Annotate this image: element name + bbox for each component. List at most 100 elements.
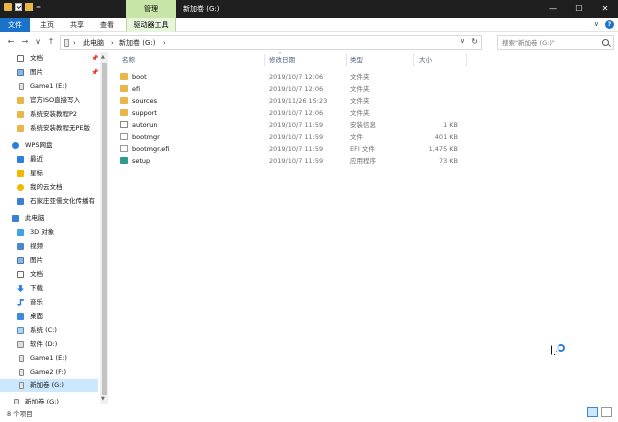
nav-item-drive-e[interactable]: Game1 (E:) [0,352,98,365]
tab-share[interactable]: 共享 [70,18,84,32]
settings-file-icon [120,121,128,128]
file-name: setup [132,157,151,165]
table-row[interactable]: bootmgr 2019/10/7 11:59 文件 401 KB [118,131,468,143]
nav-item-drive-d[interactable]: 软件 (D:) [0,338,98,351]
tab-home[interactable]: 主页 [40,18,54,32]
collapse-ribbon-icon[interactable]: ∨ [594,20,599,29]
search-box[interactable] [497,35,614,50]
column-divider[interactable] [346,54,347,66]
nav-scrollbar[interactable]: ▲ ▼ [100,52,108,404]
search-icon[interactable] [602,39,609,46]
cloud-icon [12,142,19,149]
maximize-button[interactable]: ☐ [566,0,592,18]
column-header-size[interactable]: 大小 [419,54,432,66]
table-row[interactable]: sources 2019/11/26 15:23 文件夹 [118,95,468,107]
tab-drive-tools[interactable]: 驱动器工具 [126,18,176,32]
desktop-icon [17,313,24,320]
properties-icon[interactable] [15,3,22,11]
help-icon[interactable]: ? [605,20,614,29]
table-row[interactable]: bootmgr.efi 2019/10/7 11:59 EFI 文件 1,475… [118,143,468,155]
nav-item-videos[interactable]: 视频 [0,240,98,253]
nav-item-drive-g-selected[interactable]: 新加卷 (G:) [0,379,98,392]
column-divider[interactable] [413,54,414,66]
nav-item-recent[interactable]: 最近 [0,153,98,166]
table-row[interactable]: setup 2019/10/7 11:59 应用程序 73 KB [118,155,468,167]
table-row[interactable]: efi 2019/10/7 12:06 文件夹 [118,83,468,95]
drive-icon [19,83,24,90]
up-button[interactable]: ↑ [46,36,56,48]
folder-icon [120,97,128,104]
nav-item-drive-c[interactable]: 系统 (C:) [0,324,98,337]
nav-item-3d-objects[interactable]: 3D 对象 [0,226,98,239]
new-folder-icon[interactable] [25,3,33,11]
tab-file[interactable]: 文件 [0,18,30,32]
nav-item-pictures[interactable]: 图片 [0,254,98,267]
recent-icon [17,156,24,163]
table-row[interactable]: support 2019/10/7 12:06 文件夹 [118,107,468,119]
tab-view[interactable]: 查看 [100,18,114,32]
nav-item-desktop[interactable]: 桌面 [0,310,98,323]
file-type: 文件夹 [350,85,370,93]
column-header-type[interactable]: 类型 [350,54,363,66]
address-bar[interactable]: › 此电脑 › 新加卷 (G:) › ∨ ↻ [60,35,482,50]
nav-item-my-cloud-docs[interactable]: 我的云文档 [0,181,98,194]
nav-item-pictures-pinned[interactable]: 图片 📌 [0,66,98,79]
table-row[interactable]: boot 2019/10/7 12:06 文件夹 [118,71,468,83]
nav-item-this-pc[interactable]: 此电脑 [0,212,98,225]
refresh-icon[interactable]: ↻ [471,37,478,46]
nav-item-label: 视频 [30,242,43,250]
video-icon [17,243,24,250]
address-history-icon[interactable]: ∨ [460,37,465,45]
column-header-date[interactable]: 修改日期 [269,54,295,66]
forward-button[interactable]: → [20,36,30,48]
column-header-name[interactable]: 名称 [122,54,135,66]
nav-item-label: 3D 对象 [30,228,55,236]
music-icon [17,299,24,306]
address-row: ← → ∨ ↑ › 此电脑 › 新加卷 (G:) › ∨ ↻ [0,33,618,51]
star-icon [17,170,24,177]
nav-item-label: 系统 (C:) [30,326,57,334]
navigation-pane: 文档 📌 图片 📌 Game1 (E:) 官方ISO直接写入 系统安装教程P2 … [0,52,100,392]
scroll-thumb[interactable] [102,63,107,395]
search-input[interactable] [502,38,598,48]
nav-item-drive-f[interactable]: Game2 (F:) [0,366,98,379]
context-tab-manage[interactable]: 管理 [126,0,176,18]
nav-item-wps-cloud[interactable]: WPS网盘 [0,139,98,152]
nav-item-game1-quick[interactable]: Game1 (E:) [0,80,98,93]
folder-icon [120,73,128,80]
nav-item-iso-folder[interactable]: 官方ISO直接写入 [0,94,98,107]
column-divider[interactable] [466,54,467,66]
nav-item-company[interactable]: 石家庄亚儒文化传播有 [0,195,98,208]
breadcrumb-drive-g[interactable]: 新加卷 (G:) [119,38,155,48]
breadcrumb-separator[interactable]: › [73,38,76,48]
nav-item-label: 我的云文档 [30,183,63,191]
file-size: 1 KB [443,121,458,129]
file-type: 文件 [350,133,363,141]
picture-icon [17,257,24,264]
minimize-button[interactable]: — [540,0,566,18]
large-icons-view-button[interactable] [601,407,612,417]
recent-locations-button[interactable]: ∨ [33,36,43,48]
breadcrumb-separator[interactable]: › [163,38,166,48]
nav-item-starred[interactable]: 星标 [0,167,98,180]
details-view-button[interactable] [587,407,598,417]
breadcrumb-separator[interactable]: › [111,38,114,48]
nav-item-documents-pinned[interactable]: 文档 📌 [0,52,98,65]
scroll-down-icon[interactable]: ▼ [101,396,105,402]
customize-toolbar-icon[interactable]: = [36,4,41,11]
nav-item-music[interactable]: 音乐 [0,296,98,309]
nav-item-documents[interactable]: 文档 [0,268,98,281]
file-date: 2019/10/7 12:06 [269,73,324,81]
nav-item-downloads[interactable]: 下载 [0,282,98,295]
file-name: sources [132,97,157,105]
table-row[interactable]: autorun 2019/10/7 11:59 安装信息 1 KB [118,119,468,131]
nav-item-label: WPS网盘 [25,141,53,149]
nav-item-tutorial-p2[interactable]: 系统安装教程P2 [0,108,98,121]
breadcrumb-this-pc[interactable]: 此电脑 [83,38,104,48]
back-button[interactable]: ← [6,36,16,48]
scroll-up-icon[interactable]: ▲ [101,54,105,60]
column-divider[interactable] [264,54,265,66]
close-button[interactable]: ✕ [592,0,618,18]
nav-item-tutorial-nope[interactable]: 系统安装教程无PE版 [0,122,98,135]
ribbon-controls: ∨ ? [594,20,614,29]
